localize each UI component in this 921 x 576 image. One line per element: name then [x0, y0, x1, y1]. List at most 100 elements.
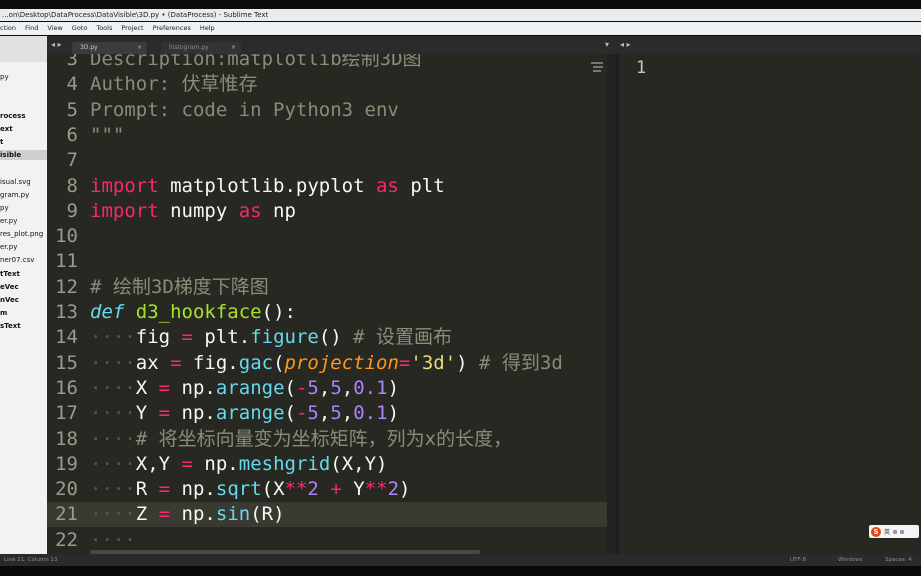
code-line[interactable]: 7: [47, 148, 607, 173]
sidebar-item[interactable]: rocess: [0, 111, 26, 121]
code-token: '3d': [410, 351, 457, 374]
code-token: np.: [170, 402, 216, 425]
code-token: ····: [90, 376, 136, 399]
status-indentation[interactable]: Spaces: 4: [885, 554, 912, 566]
vertical-scrollbar[interactable]: [607, 54, 616, 554]
code-line[interactable]: 17 ····Y = np.arange(-5,5,0.1): [47, 401, 607, 426]
code-line[interactable]: 9 import numpy as np: [47, 199, 607, 224]
code-line[interactable]: 18 ····# 将坐标向量变为坐标矩阵，列为x的长度，: [47, 427, 607, 452]
code-line[interactable]: 15 ····ax = fig.gac(projection='3d') # 得到…: [47, 351, 607, 376]
code-token: as: [238, 199, 262, 222]
close-icon[interactable]: ×: [137, 42, 142, 54]
sidebar-item[interactable]: ext: [0, 124, 13, 134]
code-token: figure: [250, 326, 319, 349]
code-token: fig: [135, 326, 182, 349]
sidebar-item[interactable]: tText: [0, 269, 20, 279]
line-number: 19: [55, 452, 78, 475]
code-token: -: [295, 376, 308, 399]
code-token: =: [158, 402, 171, 425]
tab-nav-arrows[interactable]: ◂ ▸: [51, 40, 62, 49]
code-text: import numpy as np: [90, 199, 296, 224]
code-line[interactable]: 4 Author: 伏草惟存: [47, 72, 607, 97]
ime-mode-label[interactable]: 英: [884, 527, 890, 536]
line-number: 3: [66, 54, 78, 70]
code-line[interactable]: 14 ····fig = plt.figure() # 设置画布: [47, 325, 607, 350]
code-line[interactable]: 12 # 绘制3D梯度下降图: [47, 275, 607, 300]
sidebar-item[interactable]: nVec: [0, 295, 19, 305]
status-encoding[interactable]: UTF-8: [790, 554, 806, 566]
code-line[interactable]: 22 ····: [47, 528, 607, 553]
code-line[interactable]: 3 Description:matplotlib绘制3D图: [47, 54, 607, 72]
menu-item[interactable]: Preferences: [153, 22, 191, 35]
code-text: Description:matplotlib绘制3D图: [90, 54, 422, 72]
code-token: np.: [170, 503, 216, 526]
sidebar-item[interactable]: isible: [0, 150, 47, 160]
code-token: ,: [318, 376, 331, 399]
status-line-endings[interactable]: Windows: [838, 554, 863, 566]
code-token: sqrt: [215, 478, 262, 501]
code-token: Description:matplotlib绘制3D图: [90, 54, 422, 70]
line-number: 4: [66, 73, 78, 96]
code-token: =: [158, 503, 171, 526]
code-line[interactable]: 10: [47, 224, 607, 249]
code-token: meshgrid: [238, 452, 331, 475]
close-icon[interactable]: ×: [231, 42, 236, 54]
menu-item[interactable]: Goto: [72, 22, 88, 35]
code-text: import matplotlib.pyplot as plt: [90, 174, 445, 199]
sidebar-item[interactable]: eVec: [0, 282, 19, 292]
code-token: Y: [135, 402, 159, 425]
code-token: # 绘制3D梯度下降图: [90, 275, 269, 298]
menu-bar: ction Find View Goto Tools Project Preferences…: [0, 22, 921, 35]
tab-dropdown-icon[interactable]: ▾: [605, 40, 609, 49]
sidebar-item[interactable]: t: [0, 137, 3, 147]
code-token: fig.: [181, 351, 239, 374]
sidebar-item[interactable]: py: [0, 203, 9, 213]
sidebar-item[interactable]: isual.svg: [0, 177, 31, 187]
code-text: ····R = np.sqrt(X**2 + Y**2): [90, 477, 410, 502]
code-token: np.: [170, 478, 216, 501]
sidebar-item[interactable]: gram.py: [0, 190, 29, 200]
code-token: ,: [341, 376, 354, 399]
code-line[interactable]: 16 ····X = np.arange(-5,5,0.1): [47, 376, 607, 401]
code-line[interactable]: 21 ····Z = np.sin(R): [47, 502, 607, 528]
code-text: ····X,Y = np.meshgrid(X,Y): [90, 452, 387, 477]
sidebar-item[interactable]: res_plot.png: [0, 229, 43, 239]
sidebar-item[interactable]: ner07.csv: [0, 255, 34, 265]
code-line[interactable]: 6 """: [47, 123, 607, 148]
right-editor-pane[interactable]: 1: [616, 54, 921, 554]
menu-item[interactable]: Find: [25, 22, 38, 35]
sidebar-item[interactable]: py: [0, 72, 9, 82]
sidebar-item[interactable]: sText: [0, 321, 21, 331]
code-line[interactable]: 13 def d3_hookface():: [47, 300, 607, 325]
tab-nav-arrows[interactable]: ◂ ▸: [620, 40, 631, 49]
menu-item[interactable]: View: [47, 22, 62, 35]
code-token: ····: [90, 427, 136, 450]
code-token: ): [387, 376, 400, 399]
code-token: -: [295, 402, 308, 425]
code-token: projection: [284, 351, 399, 374]
menu-item[interactable]: Project: [121, 22, 143, 35]
code-token: +: [330, 478, 342, 501]
sidebar-item[interactable]: m: [0, 308, 7, 318]
code-token: ····: [90, 402, 136, 425]
ime-toolbar[interactable]: S 英: [869, 525, 919, 538]
code-token: def: [90, 301, 125, 323]
code-line[interactable]: 5 Prompt: code in Python3 env: [47, 98, 607, 123]
code-line[interactable]: 19 ····X,Y = np.meshgrid(X,Y): [47, 452, 607, 477]
menu-item[interactable]: Help: [200, 22, 215, 35]
code-token: np.: [192, 452, 239, 475]
code-line[interactable]: 11: [47, 249, 607, 274]
sidebar-item[interactable]: er.py: [0, 216, 17, 226]
code-line[interactable]: 8 import matplotlib.pyplot as plt: [47, 174, 607, 199]
menu-item[interactable]: Tools: [96, 22, 112, 35]
code-text: # 绘制3D梯度下降图: [90, 275, 269, 300]
menu-item[interactable]: ction: [0, 22, 16, 35]
line-number: 10: [55, 225, 78, 248]
sidebar-item[interactable]: er.py: [0, 242, 17, 252]
tab-3d-py[interactable]: 3D.py ×: [72, 42, 147, 54]
tab-histogram-py[interactable]: histogram.py ×: [161, 42, 241, 54]
code-line[interactable]: 20 ····R = np.sqrt(X**2 + Y**2): [47, 477, 607, 502]
code-token: np.: [170, 376, 216, 399]
code-editor[interactable]: 3 Description:matplotlib绘制3D图 4 Author: 伏草惟…: [47, 54, 616, 554]
